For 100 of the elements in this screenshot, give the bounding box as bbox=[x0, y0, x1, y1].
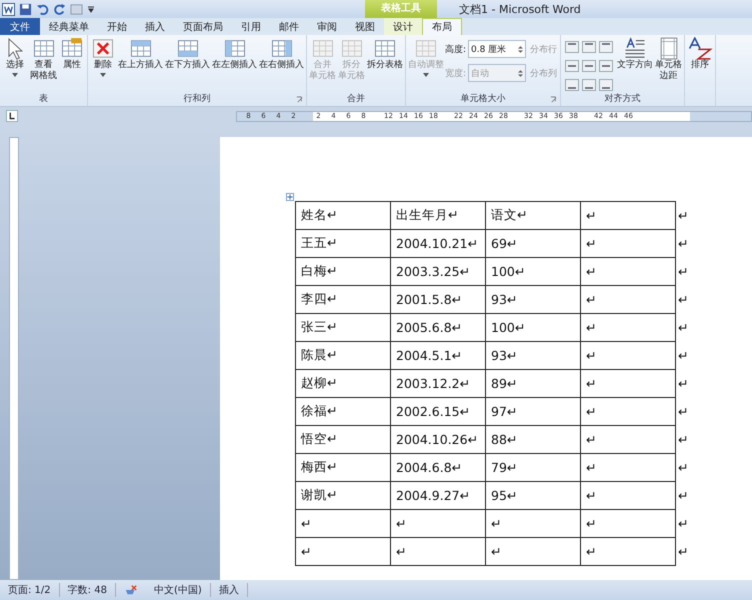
ribbon-button[interactable]: 在下方插入 bbox=[164, 37, 211, 93]
align-icon[interactable] bbox=[565, 41, 580, 53]
align-icon[interactable] bbox=[599, 60, 614, 72]
ribbon-tab[interactable]: 设计 bbox=[384, 18, 422, 35]
table-cell: 赵柳↵ bbox=[301, 375, 338, 390]
row-end-mark: ↵ bbox=[678, 488, 688, 503]
table-cell: ↵ bbox=[586, 488, 596, 503]
table-cell: 100↵ bbox=[491, 320, 526, 335]
align-icon[interactable] bbox=[582, 60, 596, 72]
table-cell: ↵ bbox=[301, 544, 312, 559]
align-icon[interactable] bbox=[565, 60, 580, 72]
table-cell: 语文↵ bbox=[491, 207, 528, 222]
align-icon[interactable] bbox=[599, 79, 614, 91]
align-icon[interactable] bbox=[582, 41, 596, 53]
context-tab-group: 表格工具 bbox=[365, 0, 437, 18]
ribbon-button[interactable]: 在左侧插入 bbox=[211, 37, 258, 93]
field-label: 宽度: bbox=[445, 68, 466, 80]
table-cell: 2002.6.15↵ bbox=[396, 404, 470, 419]
ribbon-button[interactable]: 在上方插入 bbox=[117, 37, 164, 93]
row-end-mark: ↵ bbox=[678, 236, 688, 251]
ribbon-tab[interactable]: 插入 bbox=[136, 18, 174, 35]
table-cell: 徐福↵ bbox=[301, 403, 338, 418]
proofing-icon[interactable] bbox=[124, 584, 138, 596]
table-cell: 2001.5.8↵ bbox=[396, 292, 462, 307]
status-item[interactable]: 字数: 48 bbox=[60, 583, 116, 597]
table-cell: 2004.6.8↵ bbox=[396, 460, 462, 475]
table-cell: 79↵ bbox=[491, 460, 518, 475]
table-cell: ↵ bbox=[586, 236, 596, 251]
undo-icon[interactable] bbox=[36, 2, 49, 16]
table-cell: 2005.6.8↵ bbox=[396, 320, 462, 335]
ribbon-tab[interactable]: 视图 bbox=[346, 18, 384, 35]
table-cell: ↵ bbox=[586, 376, 596, 391]
sort-icon bbox=[687, 37, 714, 60]
dialog-launcher-icon[interactable] bbox=[550, 96, 558, 103]
ribbon-button[interactable]: 属性 bbox=[58, 37, 86, 93]
spinner-arrows-icon[interactable] bbox=[518, 68, 524, 78]
table-cell: ↵ bbox=[586, 264, 596, 279]
table-cell: 李四↵ bbox=[301, 291, 338, 306]
window-title: 文档1 - Microsoft Word bbox=[459, 2, 581, 16]
group-label: 合并 bbox=[347, 93, 365, 106]
table-cell: 王五↵ bbox=[301, 235, 338, 250]
table-cell: 2003.12.2↵ bbox=[396, 376, 470, 391]
table-cell: ↵ bbox=[301, 516, 312, 531]
table-cell: ↵ bbox=[491, 516, 502, 531]
row-end-mark: ↵ bbox=[678, 292, 688, 307]
ribbon-tab[interactable]: 引用 bbox=[232, 18, 270, 35]
field-label: 高度: bbox=[445, 44, 466, 56]
row-end-mark: ↵ bbox=[678, 208, 688, 223]
status-item[interactable]: 中文(中国) bbox=[146, 583, 211, 597]
align-icon[interactable] bbox=[582, 79, 596, 91]
align-icon[interactable] bbox=[565, 79, 580, 91]
table-cell: 2004.10.26↵ bbox=[396, 432, 478, 447]
ribbon-button[interactable]: 单元格 边距 bbox=[654, 37, 684, 93]
status-item[interactable]: 插入 bbox=[210, 583, 248, 597]
ribbon-tab[interactable]: 文件 bbox=[0, 18, 40, 35]
ribbon-button[interactable]: 删除 bbox=[89, 37, 117, 93]
table-cell: ↵ bbox=[586, 348, 596, 363]
table-cell: ↵ bbox=[586, 432, 596, 447]
ribbon-button[interactable]: 查看 网格线 bbox=[29, 37, 58, 93]
ribbon-button[interactable]: 拆分表格 bbox=[366, 37, 404, 93]
ribbon-button[interactable]: 排序 bbox=[686, 37, 714, 93]
ribbon-button[interactable]: 文字方向 bbox=[616, 37, 654, 93]
ribbon-tab[interactable]: 经典菜单 bbox=[40, 18, 98, 35]
group-label: 行和列 bbox=[184, 93, 210, 106]
row-end-mark: ↵ bbox=[678, 460, 688, 475]
row-end-mark: ↵ bbox=[678, 432, 688, 447]
status-item[interactable]: 页面: 1/2 bbox=[0, 583, 60, 597]
ribbon-tab[interactable]: 邮件 bbox=[270, 18, 308, 35]
tab-stop-icon[interactable] bbox=[6, 110, 18, 122]
table-cell: 95↵ bbox=[491, 488, 518, 503]
ribbon-button[interactable]: 在右侧插入 bbox=[258, 37, 305, 93]
spin-field[interactable]: 0.8 厘米 bbox=[468, 40, 526, 58]
table-cell: ↵ bbox=[586, 516, 596, 531]
ribbon-button[interactable]: 选择 bbox=[1, 37, 29, 93]
word-logo-icon[interactable] bbox=[2, 2, 15, 16]
spinner-arrows-icon[interactable] bbox=[518, 44, 524, 54]
group-label: 表 bbox=[39, 93, 48, 106]
redo-icon[interactable] bbox=[53, 2, 66, 16]
table-cell: 2004.9.27↵ bbox=[396, 488, 470, 503]
save-icon[interactable] bbox=[19, 2, 32, 16]
table-cell: ↵ bbox=[586, 544, 596, 559]
table-cell: 姓名↵ bbox=[301, 207, 338, 222]
table-cell: 97↵ bbox=[491, 404, 518, 419]
table-cell: ↵ bbox=[396, 544, 406, 559]
ribbon-tab[interactable]: 审阅 bbox=[308, 18, 346, 35]
dialog-launcher-icon[interactable] bbox=[296, 96, 303, 103]
align-icon[interactable] bbox=[599, 41, 614, 53]
row-end-mark: ↵ bbox=[678, 516, 688, 531]
table-cell: 谢凯↵ bbox=[301, 487, 338, 502]
table-cell: 出生年月↵ bbox=[396, 207, 458, 222]
table-move-handle-icon[interactable] bbox=[286, 193, 294, 201]
table-cell: 100↵ bbox=[491, 264, 526, 279]
row-end-mark: ↵ bbox=[678, 348, 688, 363]
row-end-mark: ↵ bbox=[678, 404, 688, 419]
row-end-mark: ↵ bbox=[678, 544, 688, 559]
ribbon-tab[interactable]: 布局 bbox=[422, 18, 462, 35]
customize-caret-icon[interactable] bbox=[87, 5, 95, 13]
delete-icon bbox=[90, 37, 116, 60]
ribbon-tab[interactable]: 页面布局 bbox=[174, 18, 232, 35]
ribbon-tab[interactable]: 开始 bbox=[98, 18, 136, 35]
